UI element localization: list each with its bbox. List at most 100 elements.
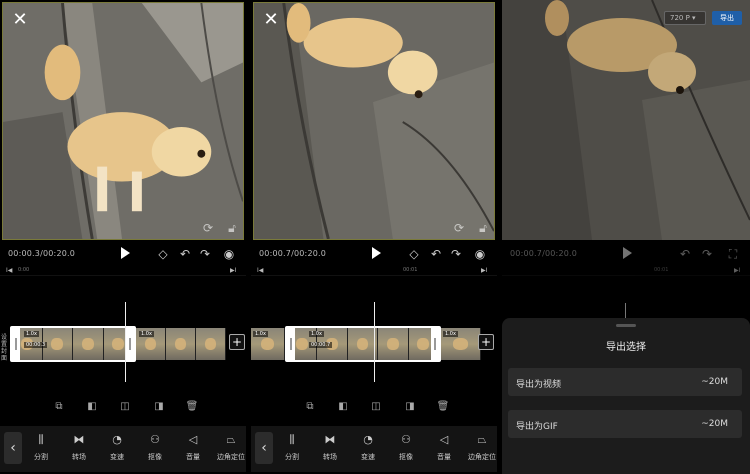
lock-icon[interactable]: 🔓︎	[476, 221, 490, 235]
clip-trim-handle-right[interactable]	[431, 328, 439, 360]
back-chevron-icon[interactable]: ‹	[4, 432, 22, 464]
bottom-toolbar: ‹ ⫼ 分割 ⧓ 转场 ◔ 变速 ⚇ 抠像 ◁ 音量 ⏢ 边角定位	[0, 426, 246, 472]
copy-icon[interactable]: ⧉	[303, 400, 317, 414]
tool-matting[interactable]: ⚇ 抠像	[138, 432, 172, 462]
jump-start-icon[interactable]: I◀	[6, 267, 12, 274]
video-frame-image	[254, 3, 494, 239]
jump-start-icon[interactable]: I◀	[257, 267, 263, 274]
next-clip-speed-badge: 1.0x	[443, 331, 458, 337]
timecode: 00:00.7/00:20.0	[259, 249, 327, 258]
export-panel: 720 P ▾ 导出 00:00.7/00:20.0 ↶ ↷ ⛶ 00:01 ▶…	[502, 0, 750, 474]
preview-eye-icon[interactable]: ◉	[222, 247, 236, 261]
clip-trim-handle-left[interactable]	[12, 328, 20, 360]
editor-panel-2: ✕ ⟳ 🔓︎ 00:00.7/00:20.0 ◇ ↶ ↷ ◉ I◀ 00:01 …	[251, 0, 497, 474]
transition-icon: ⧓	[73, 433, 85, 446]
split-left-icon[interactable]: ◧	[85, 400, 99, 414]
split-icon[interactable]: ◫	[118, 400, 132, 414]
tool-split[interactable]: ⫼ 分割	[275, 432, 309, 462]
undo-icon[interactable]: ↶	[429, 247, 443, 261]
jump-end-icon: ▶I	[734, 267, 741, 274]
set-cover-label[interactable]: 设置封面	[1, 334, 9, 362]
keyframe-icon[interactable]: ◇	[156, 247, 170, 261]
tool-speed[interactable]: ◔ 变速	[351, 432, 385, 462]
delete-icon[interactable]: 🗑︎	[185, 400, 199, 414]
prev-clip[interactable]: 1.0x	[251, 328, 285, 360]
corner-pin-icon: ⏢	[477, 433, 487, 446]
video-preview[interactable]: ✕ ⟳ 🔓︎	[2, 2, 244, 240]
export-video-option[interactable]: 导出为视频 ~20M	[508, 368, 742, 396]
tool-corner-pin[interactable]: ⏢ 边角定位	[214, 432, 246, 462]
split-left-icon[interactable]: ◧	[336, 400, 350, 414]
bottom-toolbar: ‹ ⫼ 分割 ⧓ 转场 ◔ 变速 ⚇ 抠像 ◁ 音量 ⏢ 边角定位	[251, 426, 497, 472]
playback-controls: 00:00.7/00:20.0 ◇ ↶ ↷ ◉	[251, 244, 497, 264]
ruler-tick: 00:01	[654, 267, 669, 273]
lock-icon[interactable]: 🔓︎	[225, 221, 239, 235]
video-frame-image	[3, 3, 243, 239]
redo-icon[interactable]: ↷	[449, 247, 463, 261]
resolution-dropdown[interactable]: 720 P ▾	[664, 11, 706, 25]
tool-transition[interactable]: ⧓ 转场	[62, 432, 96, 462]
keyframe-icon[interactable]: ◇	[407, 247, 421, 261]
redo-icon[interactable]: ↷	[198, 247, 212, 261]
timeline-ruler[interactable]: I◀ 00:01 ▶I	[251, 264, 497, 276]
split-icon[interactable]: ◫	[369, 400, 383, 414]
split-icon: ⫼	[38, 433, 44, 446]
close-icon[interactable]: ✕	[11, 11, 29, 29]
clip-trim-handle-right[interactable]	[126, 328, 134, 360]
playback-controls: 00:00.3/00:20.0 ◇ ↶ ↷ ◉	[0, 244, 246, 264]
jump-end-icon[interactable]: ▶I	[230, 267, 236, 274]
export-options-sheet: 导出选择 导出为视频 ~20M 导出为GIF ~20M	[502, 318, 750, 474]
clip-edit-row: ⧉ ◧ ◫ ◨ 🗑︎	[0, 400, 246, 416]
playhead[interactable]	[374, 302, 375, 382]
playhead[interactable]	[125, 302, 126, 382]
copy-icon[interactable]: ⧉	[52, 400, 66, 414]
playhead	[625, 303, 626, 318]
clip-time-badge: 00:00.3	[24, 342, 48, 348]
next-clip[interactable]: 1.0x	[136, 328, 226, 360]
tool-speed[interactable]: ◔ 变速	[100, 432, 134, 462]
play-icon[interactable]	[118, 246, 132, 260]
matting-icon: ⚇	[150, 433, 160, 446]
back-chevron-icon[interactable]: ‹	[255, 432, 273, 464]
tool-volume[interactable]: ◁ 音量	[427, 432, 461, 462]
preview-eye-icon[interactable]: ◉	[473, 247, 487, 261]
tool-transition[interactable]: ⧓ 转场	[313, 432, 347, 462]
next-clip[interactable]: 1.0x	[441, 328, 481, 360]
split-right-icon[interactable]: ◨	[403, 400, 417, 414]
add-clip-button[interactable]: +	[229, 334, 245, 350]
clip-speed-badge: 1.0x	[309, 331, 324, 337]
clip-time-badge: 00:00.7	[309, 342, 333, 348]
delete-icon[interactable]: 🗑︎	[436, 400, 450, 414]
tool-matting[interactable]: ⚇ 抠像	[389, 432, 423, 462]
close-icon[interactable]: ✕	[262, 11, 280, 29]
play-icon	[623, 247, 632, 259]
jump-end-icon[interactable]: ▶I	[481, 267, 487, 274]
speed-icon: ◔	[112, 433, 122, 446]
add-clip-button[interactable]: +	[478, 334, 494, 350]
timecode: 00:00.3/00:20.0	[8, 249, 76, 258]
rotate-icon[interactable]: ⟳	[201, 221, 215, 235]
play-icon[interactable]	[369, 246, 383, 260]
export-button[interactable]: 导出	[712, 11, 742, 25]
selected-clip[interactable]: 1.0x 00:00.3	[10, 326, 136, 362]
timeline-ruler[interactable]: I◀ 0:00 ▶I	[0, 264, 246, 276]
volume-icon: ◁	[439, 433, 449, 446]
tool-corner-pin[interactable]: ⏢ 边角定位	[465, 432, 497, 462]
volume-icon: ◁	[188, 433, 198, 446]
sheet-title: 导出选择	[606, 342, 646, 353]
timeline-ruler: 00:01 ▶I	[502, 264, 750, 276]
speed-icon: ◔	[363, 433, 373, 446]
sheet-grip[interactable]	[616, 324, 636, 327]
selected-clip[interactable]: 1.0x 00:00.7	[285, 326, 441, 362]
tool-volume[interactable]: ◁ 音量	[176, 432, 210, 462]
export-gif-option[interactable]: 导出为GIF ~20M	[508, 410, 742, 438]
undo-icon[interactable]: ↶	[178, 247, 192, 261]
clip-speed-badge: 1.0x	[24, 331, 39, 337]
video-preview[interactable]: ✕ ⟳ 🔓︎	[253, 2, 495, 240]
rotate-icon[interactable]: ⟳	[452, 221, 466, 235]
clip-edit-row: ⧉ ◧ ◫ ◨ 🗑︎	[251, 400, 497, 416]
split-right-icon[interactable]: ◨	[152, 400, 166, 414]
video-frame-image	[502, 0, 750, 240]
clip-trim-handle-left[interactable]	[287, 328, 295, 360]
tool-split[interactable]: ⫼ 分割	[24, 432, 58, 462]
